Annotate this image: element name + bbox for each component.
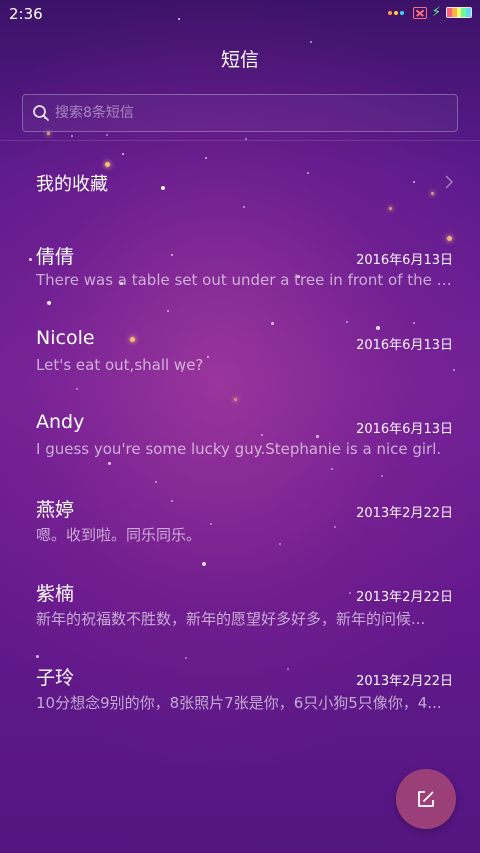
message-date: 2016年6月13日 [356, 253, 453, 268]
message-date: 2013年2月22日 [356, 506, 453, 521]
charging-bolt-icon: ⚡ [431, 5, 441, 20]
favorites-label: 我的收藏 [36, 174, 108, 195]
contact-name: 燕婷 [36, 499, 75, 521]
status-icons: ⚡ [387, 5, 472, 20]
message-date: 2013年2月22日 [356, 590, 453, 605]
status-bar: 2:36 ⚡ [0, 0, 480, 28]
chevron-right-icon [445, 175, 453, 189]
search-box[interactable] [22, 94, 458, 132]
message-preview: Let's eat out,shall we? [36, 356, 204, 374]
message-preview: 新年的祝福数不胜数，新年的愿望好多好多，新年的问候... [36, 610, 426, 628]
message-date: 2016年6月13日 [356, 338, 453, 353]
conversation-item[interactable]: Nicole 2016年6月13日 Let's eat out,shall we… [0, 315, 480, 393]
contact-name: 倩倩 [36, 246, 75, 268]
conversation-item[interactable]: 倩倩 2016年6月13日 There was a table set out … [0, 230, 480, 308]
no-sim-icon [412, 6, 427, 19]
compose-icon [418, 791, 434, 807]
favorites-row[interactable]: 我的收藏 [0, 160, 480, 206]
conversation-item[interactable]: 紫楠 2013年2月22日 新年的祝福数不胜数，新年的愿望好多好多，新年的问候.… [0, 567, 480, 645]
message-preview: 嗯。收到啦。同乐同乐。 [36, 526, 202, 544]
conversation-item[interactable]: 燕婷 2013年2月22日 嗯。收到啦。同乐同乐。 [0, 483, 480, 561]
message-preview: 10分想念9别的你，8张照片7张是你，6只小狗5只像你，4... [36, 694, 442, 712]
message-preview: I guess you're some lucky guy.Stephanie … [36, 440, 442, 458]
search-icon [33, 105, 49, 121]
contact-name: 子玲 [36, 667, 75, 689]
contact-name: 紫楠 [36, 583, 75, 605]
search-input[interactable] [55, 95, 445, 131]
battery-icon [446, 7, 472, 18]
contact-name: Nicole [36, 327, 95, 349]
contact-name: Andy [36, 411, 85, 433]
header-divider [0, 140, 480, 141]
compose-button[interactable] [396, 769, 456, 829]
status-time: 2:36 [9, 5, 43, 23]
conversation-item[interactable]: Andy 2016年6月13日 I guess you're some luck… [0, 399, 480, 477]
message-date: 2013年2月22日 [356, 674, 453, 689]
conversation-item[interactable]: 子玲 2013年2月22日 10分想念9别的你，8张照片7张是你，6只小狗5只像… [0, 651, 480, 729]
message-preview: There was a table set out under a tree i… [36, 271, 454, 289]
message-date: 2016年6月13日 [356, 422, 453, 437]
notification-dots-icon [387, 10, 404, 15]
page-title: 短信 [220, 49, 259, 71]
